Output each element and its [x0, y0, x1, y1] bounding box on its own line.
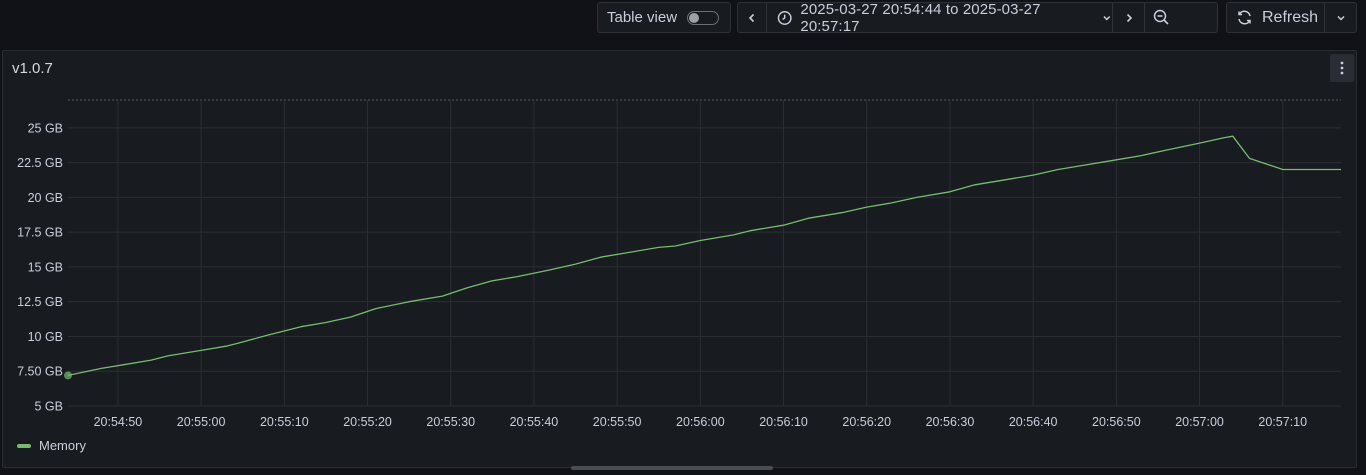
refresh-label: Refresh — [1262, 8, 1319, 26]
table-view-toggle[interactable]: Table view — [597, 2, 731, 33]
chevron-down-icon — [1103, 15, 1111, 20]
x-tick-label: 20:55:00 — [177, 415, 226, 429]
dashboard-toolbar: Table view 2025-03-27 20:54:44 to 2025-0… — [0, 0, 1366, 44]
time-picker-group: 2025-03-27 20:54:44 to 2025-03-27 20:57:… — [737, 0, 1218, 35]
x-tick-label: 20:57:10 — [1258, 415, 1307, 429]
y-tick-label: 15 GB — [28, 260, 63, 274]
chevron-down-icon — [1336, 15, 1345, 21]
table-view-label: Table view — [607, 9, 678, 26]
clock-icon — [777, 10, 792, 25]
series-start-point — [64, 371, 72, 380]
y-tick-label: 10 GB — [28, 330, 63, 344]
x-tick-label: 20:56:50 — [1092, 415, 1141, 429]
y-tick-label: 7.50 GB — [17, 365, 63, 379]
horizontal-scrollbar[interactable] — [571, 466, 773, 470]
x-tick-label: 20:55:40 — [510, 415, 559, 429]
memory-series-line — [67, 135, 1341, 377]
chart-legend: Memory — [17, 438, 86, 453]
legend-swatch — [17, 443, 31, 448]
chevron-left-icon — [748, 13, 755, 22]
time-range-text: 2025-03-27 20:54:44 to 2025-03-27 20:57:… — [800, 0, 1041, 35]
x-tick-label: 20:55:20 — [343, 415, 392, 429]
x-tick-label: 20:56:30 — [926, 415, 975, 429]
refresh-group: Refresh — [1226, 2, 1357, 33]
x-tick-label: 20:55:10 — [260, 415, 309, 429]
x-tick-label: 20:55:30 — [426, 415, 475, 429]
time-range-picker[interactable]: 2025-03-27 20:54:44 to 2025-03-27 20:57:… — [767, 0, 1113, 35]
refresh-interval-dropdown[interactable] — [1325, 3, 1356, 32]
x-tick-label: 20:55:50 — [593, 415, 642, 429]
x-tick-label: 20:56:40 — [1009, 415, 1058, 429]
refresh-icon — [1238, 10, 1251, 25]
x-tick-label: 20:56:20 — [842, 415, 891, 429]
zoom-out-button[interactable] — [1145, 3, 1178, 32]
memory-chart[interactable]: 5 GB 7.50 GB 10 GB 12.5 GB 15 GB 17.5 GB 20 GB… — [3, 51, 1356, 467]
y-tick-label: 12.5 GB — [17, 295, 63, 309]
x-tick-label: 20:56:10 — [759, 415, 808, 429]
x-tick-label: 20:56:00 — [676, 415, 725, 429]
x-tick-label: 20:54:50 — [94, 415, 143, 429]
time-forward-button[interactable] — [1113, 3, 1145, 32]
table-view-switch[interactable] — [687, 11, 719, 25]
y-tick-label: 20 GB — [28, 191, 63, 205]
x-tick-label: 20:57:00 — [1175, 415, 1224, 429]
refresh-button[interactable]: Refresh — [1227, 3, 1325, 32]
memory-panel: v1.0.7 5 GB 7.50 GB 10 GB 12.5 GB 15 GB 17.5 … — [2, 50, 1357, 468]
chevron-right-icon — [1126, 13, 1132, 22]
y-tick-label: 17.5 GB — [17, 226, 63, 240]
zoom-out-icon — [1153, 9, 1169, 25]
y-tick-label: 5 GB — [35, 400, 64, 414]
y-tick-label: 25 GB — [28, 121, 63, 135]
switch-knob — [689, 13, 699, 23]
legend-label[interactable]: Memory — [39, 438, 86, 453]
y-tick-label: 22.5 GB — [17, 156, 63, 170]
time-back-button[interactable] — [738, 3, 767, 32]
